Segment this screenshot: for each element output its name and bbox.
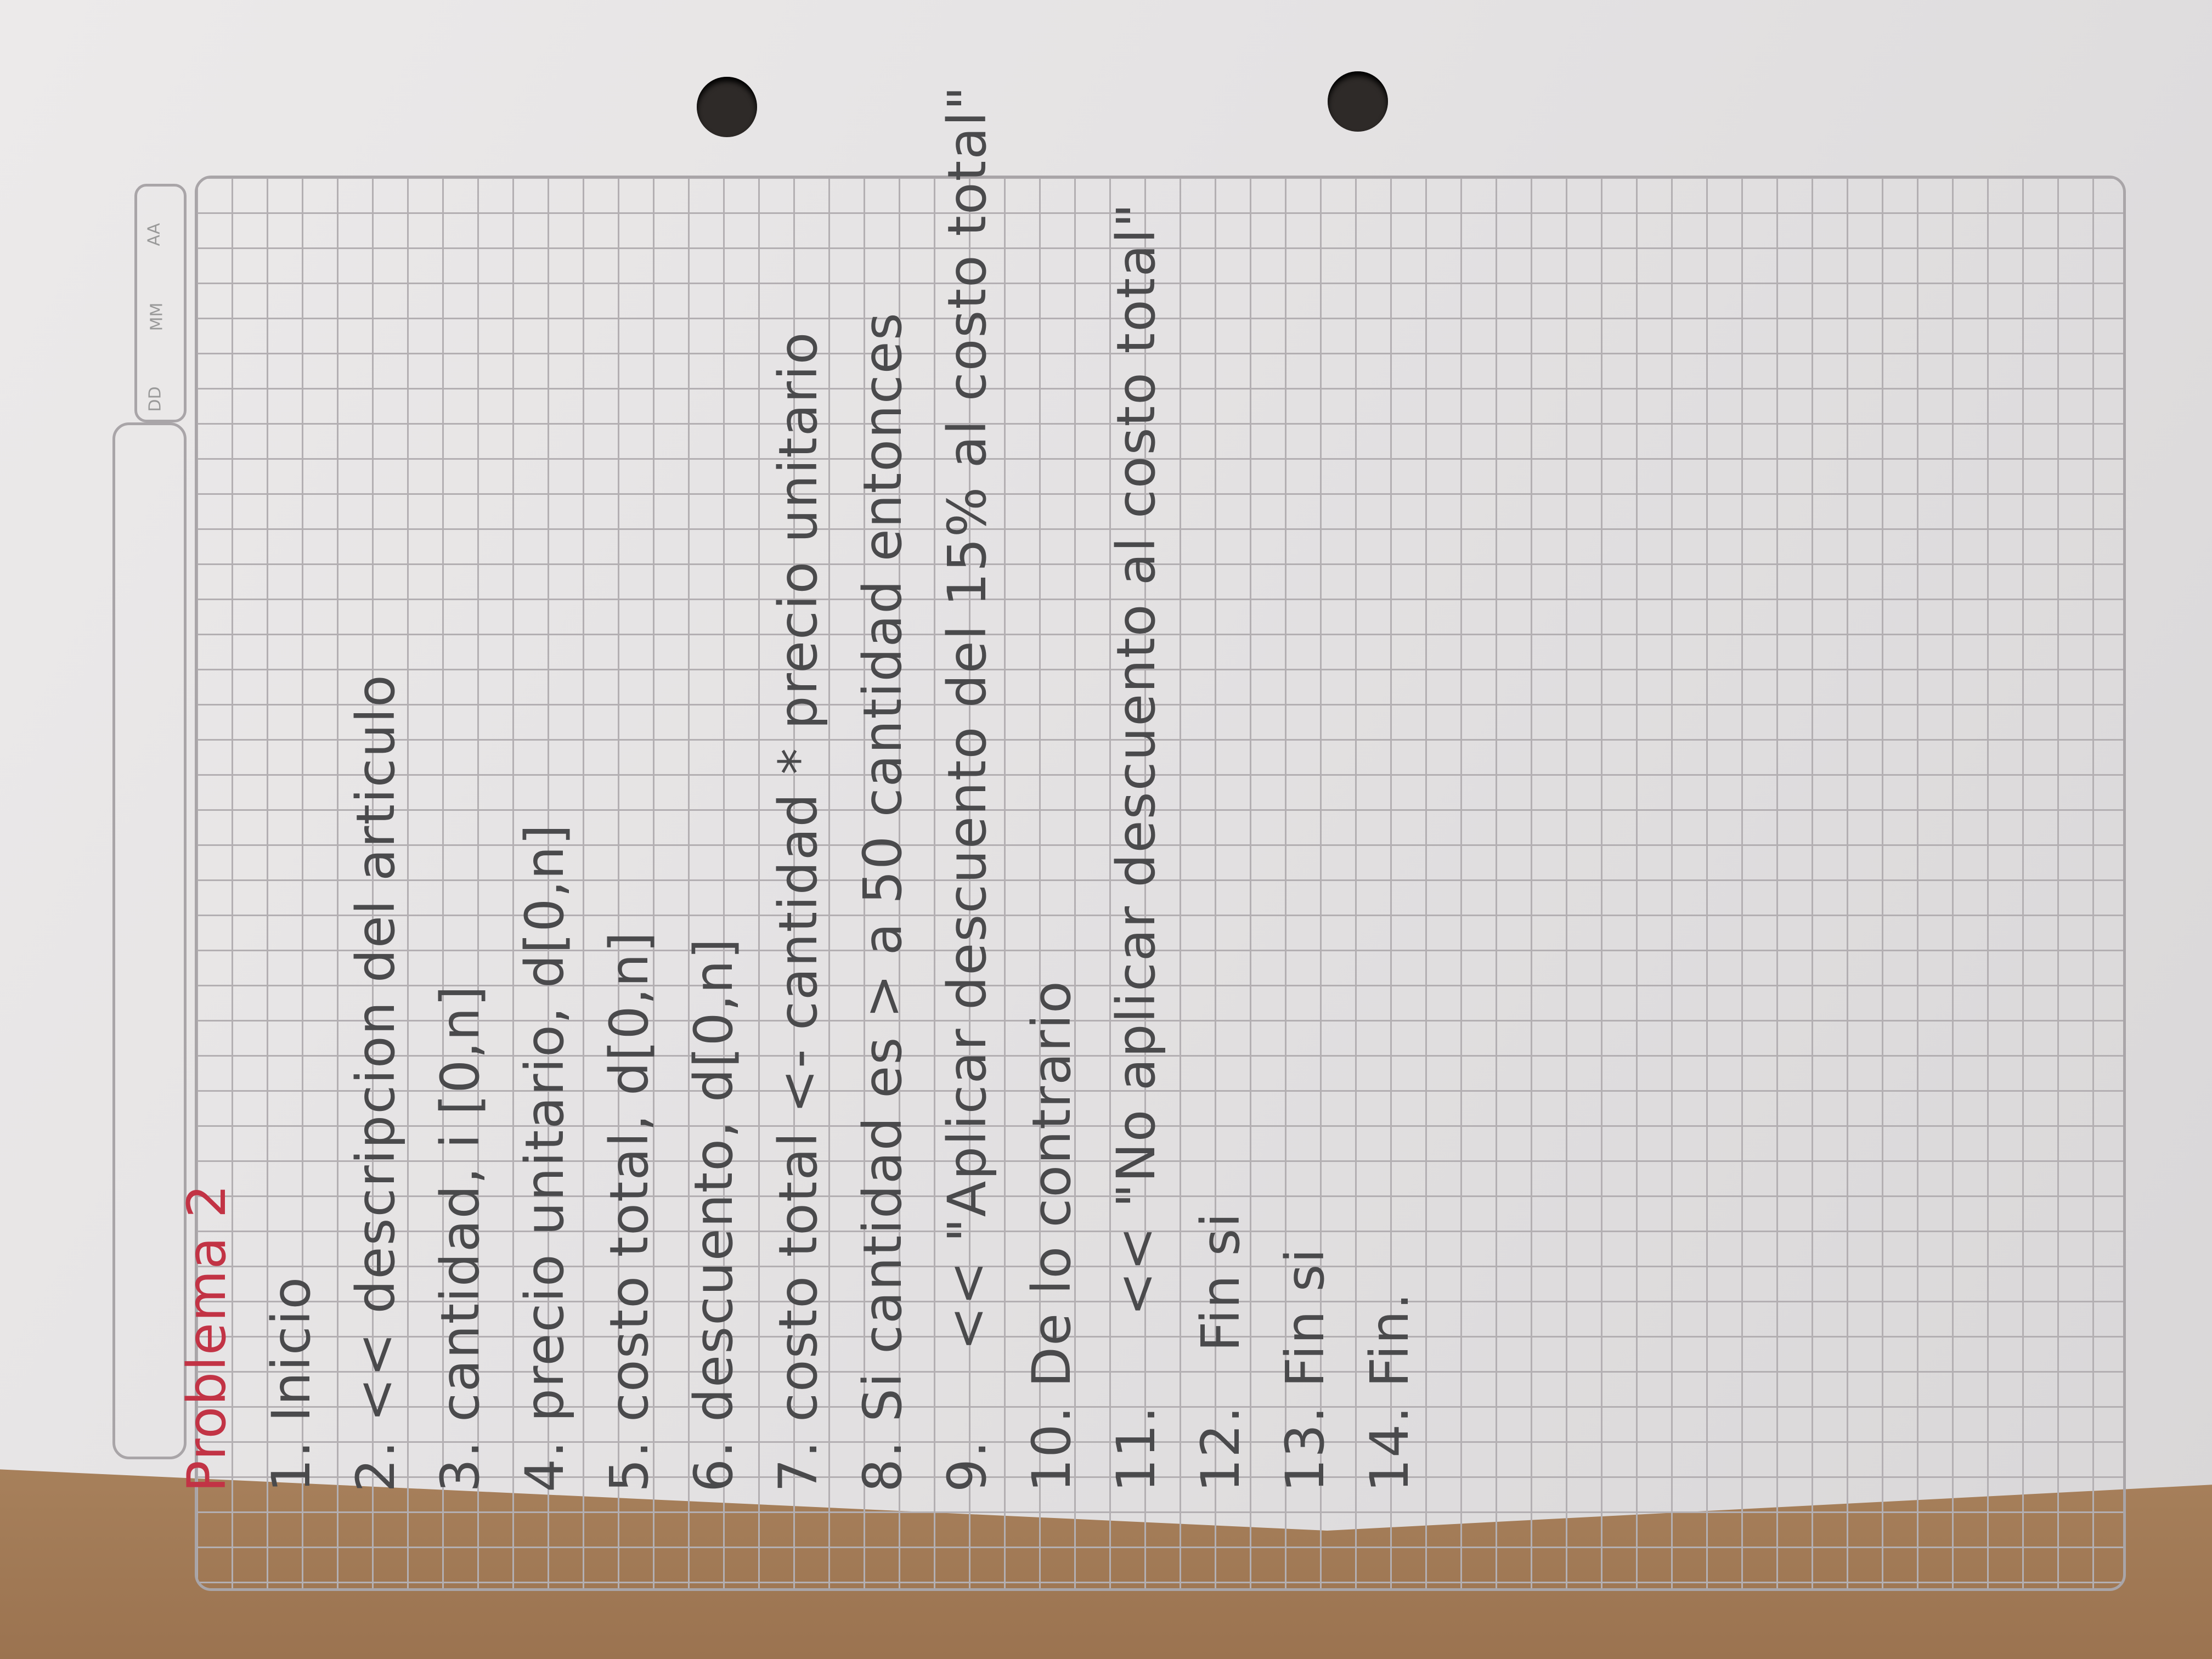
note-line: 14. Fin.: [1359, 1291, 1420, 1492]
note-line: 5. costo total, d[0,n]: [599, 930, 660, 1492]
notes-title: Problema 2: [176, 1183, 238, 1492]
note-line: 1. Inicio: [261, 1276, 322, 1492]
note-line: 12. Fin si: [1190, 1211, 1251, 1492]
note-line: 2. << descripcion del articulo: [345, 674, 407, 1492]
note-line: 6. descuento, d[0,n]: [683, 937, 744, 1492]
note-line: 10. De lo contrario: [1021, 980, 1082, 1492]
note-line: 11. << "No aplicar descuento al costo to…: [1105, 202, 1167, 1492]
note-line: 7. costo total <- cantidad * precio unit…: [768, 331, 829, 1492]
date-label-mm: MM: [147, 302, 167, 331]
note-line: 8. Si cantidad es > a 50 cantidad entonc…: [852, 312, 913, 1492]
note-line: 4. precio unitario, d[0,n]: [514, 823, 575, 1492]
date-label-aa: AA: [144, 223, 164, 246]
date-label-dd: DD: [145, 386, 165, 412]
note-line: 3. cantidad, i [0,n]: [430, 984, 491, 1492]
note-line: 9. << "Aplicar descuento del 15% al cost…: [936, 85, 998, 1492]
handwritten-notes: Problema 2 1. Inicio 2. << descripcion d…: [165, 85, 1432, 1492]
note-line: 13. Fin si: [1274, 1247, 1336, 1492]
